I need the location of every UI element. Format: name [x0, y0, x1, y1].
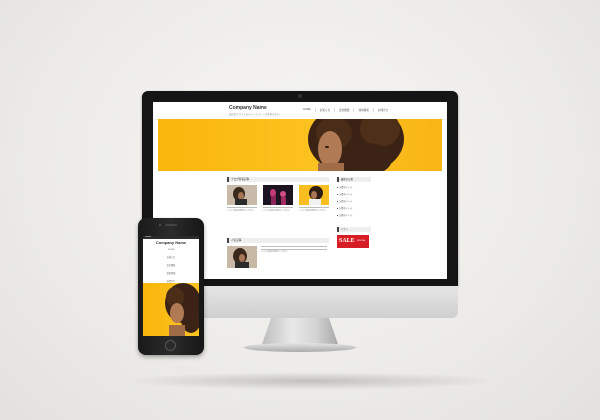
mobile-nav-company[interactable]: 会社概要 — [143, 263, 199, 267]
feature-article[interactable]: ここに記事の抜粋が入ります。 — [227, 246, 329, 268]
mobile-status-bar: Carrier — [143, 236, 199, 239]
card-thumbnail — [299, 185, 329, 205]
mobile-hero-banner — [143, 283, 199, 336]
sidebar-link[interactable]: 記事タイトル — [337, 199, 371, 203]
monitor-stand-neck — [262, 318, 338, 344]
home-button[interactable] — [165, 340, 176, 351]
sidebar-link[interactable]: 記事タイトル — [337, 213, 371, 217]
main-content: ブログ新着記事 ここに記事の抜粋が入ります。 ここに記事の抜粋が入ります。 ここ… — [227, 177, 329, 268]
sale-banner-label: SALE — [339, 238, 355, 244]
sidebar-link[interactable]: 記事タイトル — [337, 185, 371, 189]
site-logo[interactable]: Company Name — [229, 105, 267, 111]
feature-text-line — [261, 246, 327, 248]
card-excerpt: ここに記事の抜粋が入ります。 — [227, 210, 255, 213]
nav-item-news[interactable]: お知らせ — [314, 108, 334, 112]
article-card[interactable]: ここに記事の抜粋が入ります。 — [299, 185, 329, 212]
sidebar-link[interactable]: 記事タイトル — [337, 192, 371, 196]
card-text-line — [227, 207, 257, 209]
sidebar-title-recent: 最新の記事 — [337, 177, 371, 182]
mobile-hero-portrait-image — [165, 283, 199, 336]
section-title-popular: 人気記事 — [227, 238, 329, 243]
nav-item-home[interactable]: HOME — [299, 108, 315, 112]
sale-banner-sub: SPECIAL — [357, 240, 366, 242]
card-thumbnail — [263, 185, 293, 205]
card-thumbnail — [227, 185, 257, 205]
feature-body: ここに記事の抜粋が入ります。 — [261, 246, 327, 268]
card-excerpt: ここに記事の抜粋が入ります。 — [263, 210, 291, 213]
article-card[interactable]: ここに記事の抜粋が入ります。 — [263, 185, 293, 212]
mobile-site-logo[interactable]: Company Name — [143, 240, 199, 245]
phone-camera-icon — [159, 224, 161, 226]
card-list: ここに記事の抜粋が入ります。 ここに記事の抜粋が入ります。 ここに記事の抜粋が入… — [227, 185, 329, 212]
smartphone: Carrier Company Name HOME お知らせ 会社概要 採用情報… — [138, 218, 204, 355]
nav-item-company[interactable]: 会社概要 — [334, 108, 353, 112]
site-nav: HOME お知らせ 会社概要 採用情報 お問合せ — [299, 108, 392, 112]
sale-banner[interactable]: SALE SPECIAL — [337, 235, 369, 248]
section-popular: 人気記事 ここに記事の抜粋が入ります。 — [227, 238, 329, 268]
article-card[interactable]: ここに記事の抜粋が入ります。 — [227, 185, 257, 212]
sidebar-title-banner: バナー — [337, 227, 371, 232]
mobile-nav-recruit[interactable]: 採用情報 — [143, 271, 199, 275]
phone-speaker — [165, 224, 177, 226]
card-text-line — [299, 207, 329, 209]
nav-item-recruit[interactable]: 採用情報 — [353, 108, 372, 112]
sidebar: 最新の記事 記事タイトル 記事タイトル 記事タイトル 記事タイトル 記事タイトル… — [337, 177, 371, 248]
nav-item-contact[interactable]: お問合せ — [372, 108, 392, 112]
feature-thumbnail — [227, 246, 257, 268]
site-tagline: 会社名やサイトのキャッチフレーズを書きます。 — [229, 113, 282, 116]
hero-banner — [158, 119, 442, 171]
floor-shadow — [120, 372, 500, 390]
monitor-stand-base — [244, 343, 356, 352]
card-text-line — [263, 207, 293, 209]
camera-icon — [298, 94, 302, 98]
sidebar-link[interactable]: 記事タイトル — [337, 206, 371, 210]
feature-excerpt: ここに記事の抜粋が入ります。 — [261, 251, 289, 254]
phone-screen: Carrier Company Name HOME お知らせ 会社概要 採用情報… — [143, 236, 199, 336]
mobile-nav-news[interactable]: お知らせ — [143, 255, 199, 259]
hero-portrait-image — [308, 119, 404, 171]
site-header: Company Name 会社名やサイトのキャッチフレーズを書きます。 HOME… — [153, 102, 447, 120]
section-title-blog: ブログ新着記事 — [227, 177, 329, 182]
card-excerpt: ここに記事の抜粋が入ります。 — [299, 210, 327, 213]
mobile-nav-home[interactable]: HOME — [143, 249, 199, 251]
